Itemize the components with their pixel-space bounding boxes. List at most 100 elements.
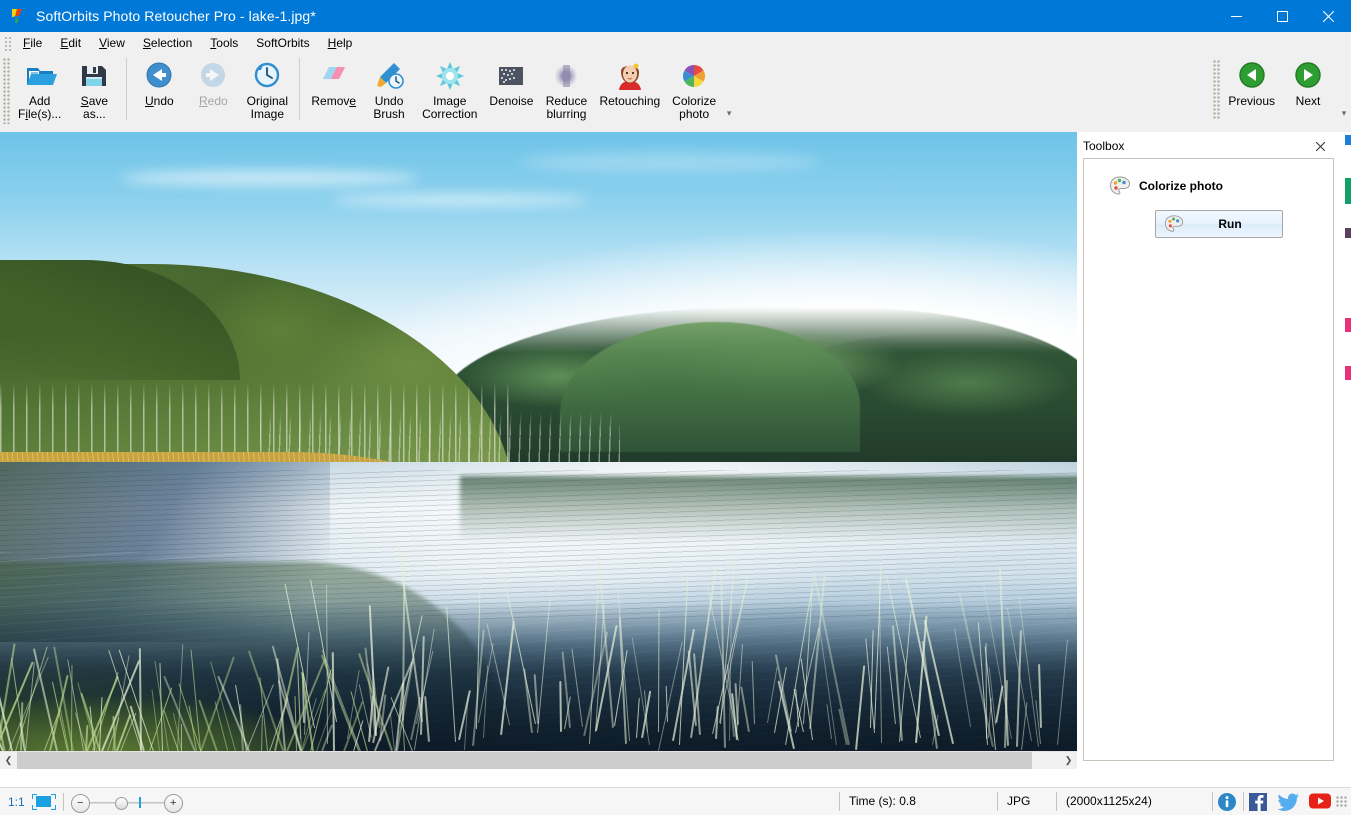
portrait-face-icon <box>613 59 647 93</box>
edge-marker <box>1345 228 1351 238</box>
retouching-button[interactable]: Retouching <box>593 54 666 109</box>
redo-label: Redo <box>199 94 228 108</box>
zoom-slider-thumb[interactable] <box>114 796 128 810</box>
next-label: Next <box>1295 94 1321 108</box>
resize-grip-icon[interactable] <box>1336 795 1348 808</box>
run-button[interactable]: Run <box>1155 210 1283 238</box>
toolbox-body: Colorize photo Run <box>1083 158 1334 761</box>
close-icon[interactable] <box>1305 0 1351 32</box>
menu-item-selection[interactable]: Selection <box>134 33 201 53</box>
application-window: SoftOrbits Photo Retoucher Pro - lake-1.… <box>0 0 1351 815</box>
toolbox-panel: Toolbox Colorize photo Run <box>1077 132 1338 768</box>
menu-item-help[interactable]: Help <box>319 33 362 53</box>
youtube-icon[interactable] <box>1308 792 1331 812</box>
menu-bar: File Edit View Selection Tools SoftOrbit… <box>0 32 1351 55</box>
eraser-icon <box>317 59 351 93</box>
title-bar: SoftOrbits Photo Retoucher Pro - lake-1.… <box>0 0 1351 32</box>
nav-group-grip <box>1213 60 1221 120</box>
run-button-label: Run <box>1218 217 1242 231</box>
reduce-blurring-label: Reduce blurring <box>545 94 588 121</box>
original-image-button[interactable]: Original Image <box>240 54 294 122</box>
zoom-slider-track <box>84 801 171 804</box>
save-as-label: Save as... <box>80 94 109 121</box>
active-tool-row: Colorize photo <box>1109 175 1333 197</box>
toolbar-group-history: Undo Redo Original Image <box>132 54 294 128</box>
facebook-icon[interactable] <box>1248 792 1270 812</box>
redo-button[interactable]: Redo <box>186 54 240 109</box>
brush-history-icon <box>372 59 406 93</box>
floppy-disk-icon <box>77 59 111 93</box>
noise-grid-icon <box>494 59 528 93</box>
previous-button[interactable]: Previous <box>1222 54 1281 109</box>
blur-circle-icon <box>549 59 583 93</box>
minimize-icon[interactable] <box>1213 0 1259 32</box>
close-icon[interactable] <box>1312 138 1328 154</box>
canvas-horizontal-scrollbar[interactable]: ❮ ❯ <box>0 751 1077 769</box>
fit-to-window-icon[interactable] <box>31 793 56 811</box>
green-left-arrow-icon <box>1235 59 1269 93</box>
undo-arrow-icon <box>142 59 176 93</box>
scrollbar-track[interactable] <box>17 752 1060 769</box>
save-as-button[interactable]: Save as... <box>67 54 121 122</box>
undo-button[interactable]: Undo <box>132 54 186 109</box>
menu-item-softorbits[interactable]: SoftOrbits <box>247 33 318 53</box>
toolbox-header: Toolbox <box>1077 135 1338 157</box>
menu-drag-grip[interactable] <box>3 35 12 51</box>
scroll-left-arrow-icon[interactable]: ❮ <box>0 752 17 769</box>
brightness-icon <box>433 59 467 93</box>
original-image-label: Original Image <box>246 94 289 121</box>
edge-marker <box>1345 178 1351 204</box>
window-controls <box>1213 0 1351 32</box>
menu-item-tools[interactable]: Tools <box>201 33 247 53</box>
menu-item-view[interactable]: View <box>90 33 134 53</box>
image-correction-button[interactable]: Image Correction <box>416 54 483 122</box>
undo-brush-button[interactable]: Undo Brush <box>362 54 416 122</box>
redo-arrow-icon <box>196 59 230 93</box>
toolbar-group-tools: Remove Undo Brush Image Correction Denoi… <box>305 54 736 128</box>
toolbar-group-navigation: Previous Next ▾ <box>1210 54 1351 128</box>
zoom-slider-tick <box>138 796 141 808</box>
cloud-wisp <box>330 194 590 206</box>
previous-label: Previous <box>1228 94 1275 108</box>
colorize-photo-button[interactable]: Colorize photo <box>666 54 722 122</box>
toolbar-drag-grip[interactable] <box>3 58 10 124</box>
active-tool-label: Colorize photo <box>1139 179 1223 193</box>
add-files-button[interactable]: Add File(s)... <box>12 54 67 122</box>
remove-label: Remove <box>311 94 357 108</box>
info-icon[interactable] <box>1217 792 1239 812</box>
status-divider <box>1243 792 1244 811</box>
twitter-icon[interactable] <box>1277 792 1300 812</box>
reduce-blurring-button[interactable]: Reduce blurring <box>539 54 593 122</box>
image-canvas[interactable] <box>0 132 1077 751</box>
image-correction-label: Image Correction <box>422 94 478 121</box>
open-folder-icon <box>23 59 57 93</box>
denoise-button[interactable]: Denoise <box>483 54 539 109</box>
next-button[interactable]: Next <box>1281 54 1335 109</box>
status-format: JPG <box>1007 794 1031 808</box>
lake-photo <box>0 132 1077 751</box>
maximize-icon[interactable] <box>1259 0 1305 32</box>
undo-label: Undo <box>145 94 174 108</box>
clock-history-icon <box>250 59 284 93</box>
status-time: Time (s): 0.8 <box>849 794 916 808</box>
status-bar: 1:1 − + Time (s): 0.8 JPG (2000x1125x24) <box>0 787 1351 815</box>
toolbar-overflow-icon[interactable]: ▾ <box>724 108 734 118</box>
scrollbar-thumb[interactable] <box>17 752 1032 769</box>
zoom-slider[interactable]: − + <box>70 792 183 813</box>
status-dimensions: (2000x1125x24) <box>1066 794 1152 808</box>
zoom-out-button[interactable]: − <box>70 793 90 813</box>
nav-overflow-icon[interactable]: ▾ <box>1339 108 1349 118</box>
scroll-right-arrow-icon[interactable]: ❯ <box>1060 752 1077 769</box>
palette-icon <box>1164 214 1184 234</box>
toolbar-group-file: Add File(s)... Save as... <box>12 54 121 128</box>
menu-item-edit[interactable]: Edit <box>51 33 90 53</box>
menu-item-file[interactable]: File <box>14 33 51 53</box>
window-title: SoftOrbits Photo Retoucher Pro - lake-1.… <box>36 8 316 24</box>
add-files-label: Add File(s)... <box>18 94 62 121</box>
toolbox-title: Toolbox <box>1083 139 1125 153</box>
work-area: ❮ ❯ Toolbox Colorize photo Run <box>0 132 1351 769</box>
edge-marker <box>1345 318 1351 332</box>
remove-button[interactable]: Remove <box>305 54 362 109</box>
zoom-in-button[interactable]: + <box>163 793 183 813</box>
undo-brush-label: Undo Brush <box>373 94 405 121</box>
